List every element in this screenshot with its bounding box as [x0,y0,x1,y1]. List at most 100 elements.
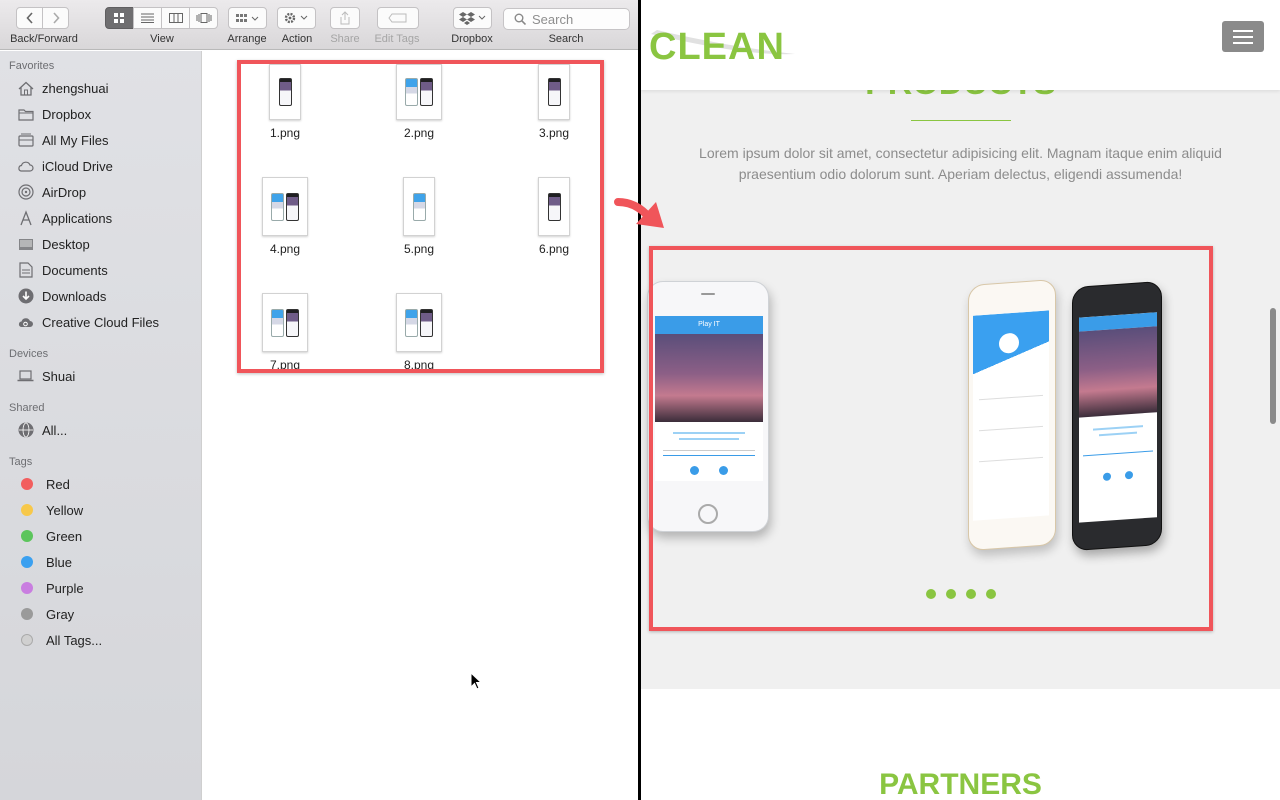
file-item[interactable]: 8.png [374,293,464,372]
edit-tags-group [377,7,419,29]
file-item[interactable]: 1.png [240,64,330,140]
carousel-dot[interactable] [926,589,936,599]
sidebar-tag-green[interactable]: Green [17,527,82,545]
upload-icon [1125,470,1133,480]
file-item[interactable]: 4.png [240,177,330,256]
finder-toolbar: Back/Forward View Arrange Action Share E… [0,0,638,50]
sidebar-item-shuai[interactable]: Shuai [17,367,75,385]
finder-window: Back/Forward View Arrange Action Share E… [0,0,638,800]
list-icon [141,13,154,23]
airdrop-icon [17,184,34,201]
forward-button[interactable] [42,7,69,29]
sidebar-item-documents[interactable]: Documents [17,261,108,279]
carousel-dot[interactable] [946,589,956,599]
favorites-header: Favorites [9,60,55,72]
sidebar-tag-purple[interactable]: Purple [17,579,84,597]
dropbox-group [453,7,492,29]
mouse-cursor-icon [470,672,482,690]
phone-screen: Play IT [655,316,763,481]
carousel-dot[interactable] [986,589,996,599]
file-thumbnail [262,177,308,236]
sidebar-item-label: Dropbox [42,106,92,122]
file-thumbnail [403,177,435,236]
edit-tags-label: Edit Tags [374,33,420,45]
scrollbar-thumb[interactable] [1270,308,1276,424]
sidebar-item-all-my-files[interactable]: All My Files [17,131,108,149]
sidebar-item-dropbox[interactable]: Dropbox [17,105,91,123]
sidebar-item-home[interactable]: zhengshuai [17,79,109,97]
columns-icon [168,13,183,23]
share-button[interactable] [330,7,360,29]
sidebar-tag-yellow[interactable]: Yellow [17,501,83,519]
sidebar-item-label: Creative Cloud Files [42,314,160,330]
devices-header: Devices [9,348,49,360]
phone-mockup-dark [1072,280,1162,552]
sidebar-item-desktop[interactable]: Desktop [17,235,90,253]
search-icon [514,13,526,25]
sidebar-item-downloads[interactable]: Downloads [17,287,106,305]
file-item[interactable]: 2.png [374,64,464,140]
sidebar-item-shared-all[interactable]: All... [17,421,67,439]
play-icon [690,466,699,475]
hamburger-line [1233,35,1253,38]
action-button[interactable] [277,7,316,29]
arrange-grid-icon [235,14,258,22]
file-item[interactable]: 3.png [509,64,599,140]
sidebar-tag-gray[interactable]: Gray [17,605,74,623]
dropbox-label: Dropbox [451,33,493,45]
grid-icon [114,12,124,23]
downloads-icon [17,288,34,305]
concert-photo [655,334,763,422]
back-button[interactable] [16,7,43,29]
play-icon [1103,472,1111,481]
green-tag-dot-icon [21,530,33,542]
carousel-dot[interactable] [966,589,976,599]
site-logo[interactable]: CLEAN [649,26,785,69]
file-thumbnail [262,293,308,352]
file-item[interactable]: 6.png [509,177,599,256]
site-navbar: CLEAN [641,0,1280,90]
products-description: Lorem ipsum dolor sit amet, consectetur … [699,145,1222,182]
sidebar-item-label: Green [46,528,83,544]
home-icon [17,80,34,97]
network-icon [17,422,34,439]
sidebar-tag-red[interactable]: Red [17,475,70,493]
back-forward-group [16,7,69,29]
all-files-icon [17,132,34,149]
hamburger-line [1233,29,1253,32]
red-tag-dot-icon [21,478,33,490]
search-input[interactable]: Search [503,8,630,30]
sidebar-item-label: Yellow [46,502,84,518]
file-item[interactable]: 7.png [240,293,330,372]
tags-header: Tags [9,456,33,468]
dropbox-button[interactable] [453,7,492,29]
sidebar-item-label: Documents [42,262,108,278]
phone-screen-title: Play IT [655,316,763,334]
sidebar-item-applications[interactable]: Applications [17,209,112,227]
partners-heading: PARTNERS [879,768,1042,800]
arrange-button[interactable] [228,7,267,29]
sidebar-item-label: All... [42,422,68,438]
hamburger-menu-button[interactable] [1222,21,1264,52]
sidebar-item-creative-cloud[interactable]: Creative Cloud Files [17,313,159,331]
finder-sidebar: Favorites zhengshuai Dropbox All My File… [0,51,202,800]
sidebar-item-icloud-drive[interactable]: iCloud Drive [17,157,113,175]
file-item[interactable]: 5.png [374,177,464,256]
all-tags-icon [21,634,33,646]
sidebar-item-label: zhengshuai [42,80,109,96]
file-name: 5.png [403,242,435,256]
column-view-button[interactable] [161,7,190,29]
list-view-button[interactable] [133,7,162,29]
gear-icon [284,12,307,24]
avatar [997,330,1021,357]
sidebar-tag-all[interactable]: All Tags... [17,631,102,649]
arrange-label: Arrange [227,33,267,45]
phone-screen [1079,312,1157,523]
edit-tags-button[interactable] [377,7,419,29]
yellow-tag-dot-icon [21,504,33,516]
sidebar-item-airdrop[interactable]: AirDrop [17,183,86,201]
website-preview: PRODUCTS CLEAN Lorem ipsum dolor sit ame… [641,0,1280,800]
icon-view-button[interactable] [105,7,134,29]
sidebar-tag-blue[interactable]: Blue [17,553,72,571]
coverflow-view-button[interactable] [189,7,218,29]
